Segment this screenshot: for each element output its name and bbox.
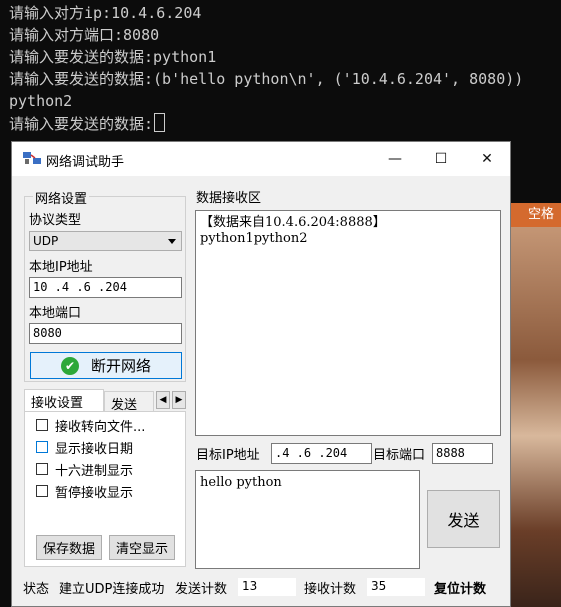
- pause-receive-checkbox[interactable]: [36, 485, 48, 497]
- protocol-label: 协议类型: [29, 213, 82, 228]
- local-ip-input[interactable]: 10 .4 .6 .204: [29, 277, 182, 298]
- receive-to-file-checkbox[interactable]: [36, 419, 48, 431]
- local-ip-label: 本地IP地址: [29, 260, 93, 275]
- hex-display-checkbox[interactable]: [36, 463, 48, 475]
- target-ip-input[interactable]: .4 .6 .204: [271, 443, 372, 464]
- local-port-input[interactable]: 8080: [29, 323, 182, 344]
- tab-scroll-right-icon[interactable]: ▶: [172, 391, 186, 409]
- local-port-label: 本地端口: [29, 306, 82, 321]
- terminal-line: python2: [9, 92, 73, 110]
- terminal-line: 请输入对方ip:10.4.6.204: [9, 4, 202, 22]
- title-bar[interactable]: 网络调试助手 — ☐ ✕: [12, 142, 510, 176]
- chevron-down-icon: [168, 239, 176, 244]
- net-settings-title: 网络设置: [33, 188, 90, 207]
- target-port-label: 目标端口: [373, 448, 426, 463]
- receive-area-title: 数据接收区: [196, 191, 262, 206]
- show-date-label: 显示接收日期: [55, 442, 134, 457]
- tab-scroll-left-icon[interactable]: ◀: [156, 391, 170, 409]
- target-ip-label: 目标IP地址: [196, 448, 260, 463]
- status-value: 建立UDP连接成功: [59, 582, 165, 597]
- terminal-prompt-line[interactable]: 请输入要发送的数据:: [9, 113, 166, 134]
- window-title: 网络调试助手: [46, 155, 125, 170]
- terminal-line: 请输入要发送的数据:python1: [9, 48, 217, 66]
- tab-receive-settings[interactable]: 接收设置: [24, 389, 104, 412]
- disconnect-label: 断开网络: [90, 357, 151, 375]
- recv-count-value: 35: [367, 578, 425, 596]
- terminal-line: 请输入要发送的数据:(b'hello python\n', ('10.4.6.2…: [9, 70, 524, 88]
- check-circle-icon: ✔: [60, 356, 79, 375]
- terminal-cursor: [154, 113, 166, 132]
- minimize-button[interactable]: —: [372, 142, 418, 176]
- close-button[interactable]: ✕: [464, 142, 510, 176]
- target-port-input[interactable]: 8888: [432, 443, 493, 464]
- clear-display-button[interactable]: 清空显示: [109, 535, 175, 560]
- network-app-icon: [23, 152, 41, 164]
- receive-textarea[interactable]: 【数据来自10.4.6.204:8888】 python1python2: [195, 210, 501, 436]
- hex-display-label: 十六进制显示: [55, 464, 134, 479]
- send-button[interactable]: 发送: [427, 490, 500, 548]
- pause-receive-label: 暂停接收显示: [55, 486, 134, 501]
- status-label: 状态: [23, 582, 50, 597]
- maximize-button[interactable]: ☐: [418, 142, 464, 176]
- send-count-value: 13: [238, 578, 296, 596]
- background-window-strip: 空格: [510, 203, 561, 227]
- terminal-prompt: 请输入要发送的数据:: [9, 115, 154, 133]
- receive-to-file-label: 接收转向文件...: [55, 420, 146, 435]
- reset-count-button[interactable]: 复位计数: [434, 578, 486, 597]
- send-textarea[interactable]: hello python: [195, 470, 420, 569]
- background-photo: [510, 227, 561, 607]
- recv-count-label: 接收计数: [304, 582, 357, 597]
- protocol-select[interactable]: UDP: [29, 231, 182, 251]
- send-count-label: 发送计数: [175, 582, 228, 597]
- show-date-checkbox[interactable]: [36, 441, 48, 453]
- protocol-value: UDP: [33, 234, 59, 248]
- terminal-line: 请输入对方端口:8080: [9, 26, 160, 44]
- tab-send-settings[interactable]: 发送: [104, 391, 154, 412]
- disconnect-button[interactable]: ✔ 断开网络: [30, 352, 182, 379]
- save-data-button[interactable]: 保存数据: [36, 535, 102, 560]
- net-debug-window: 网络调试助手 — ☐ ✕ 网络设置 协议类型 UDP 本地IP地址 10 .4 …: [11, 141, 511, 607]
